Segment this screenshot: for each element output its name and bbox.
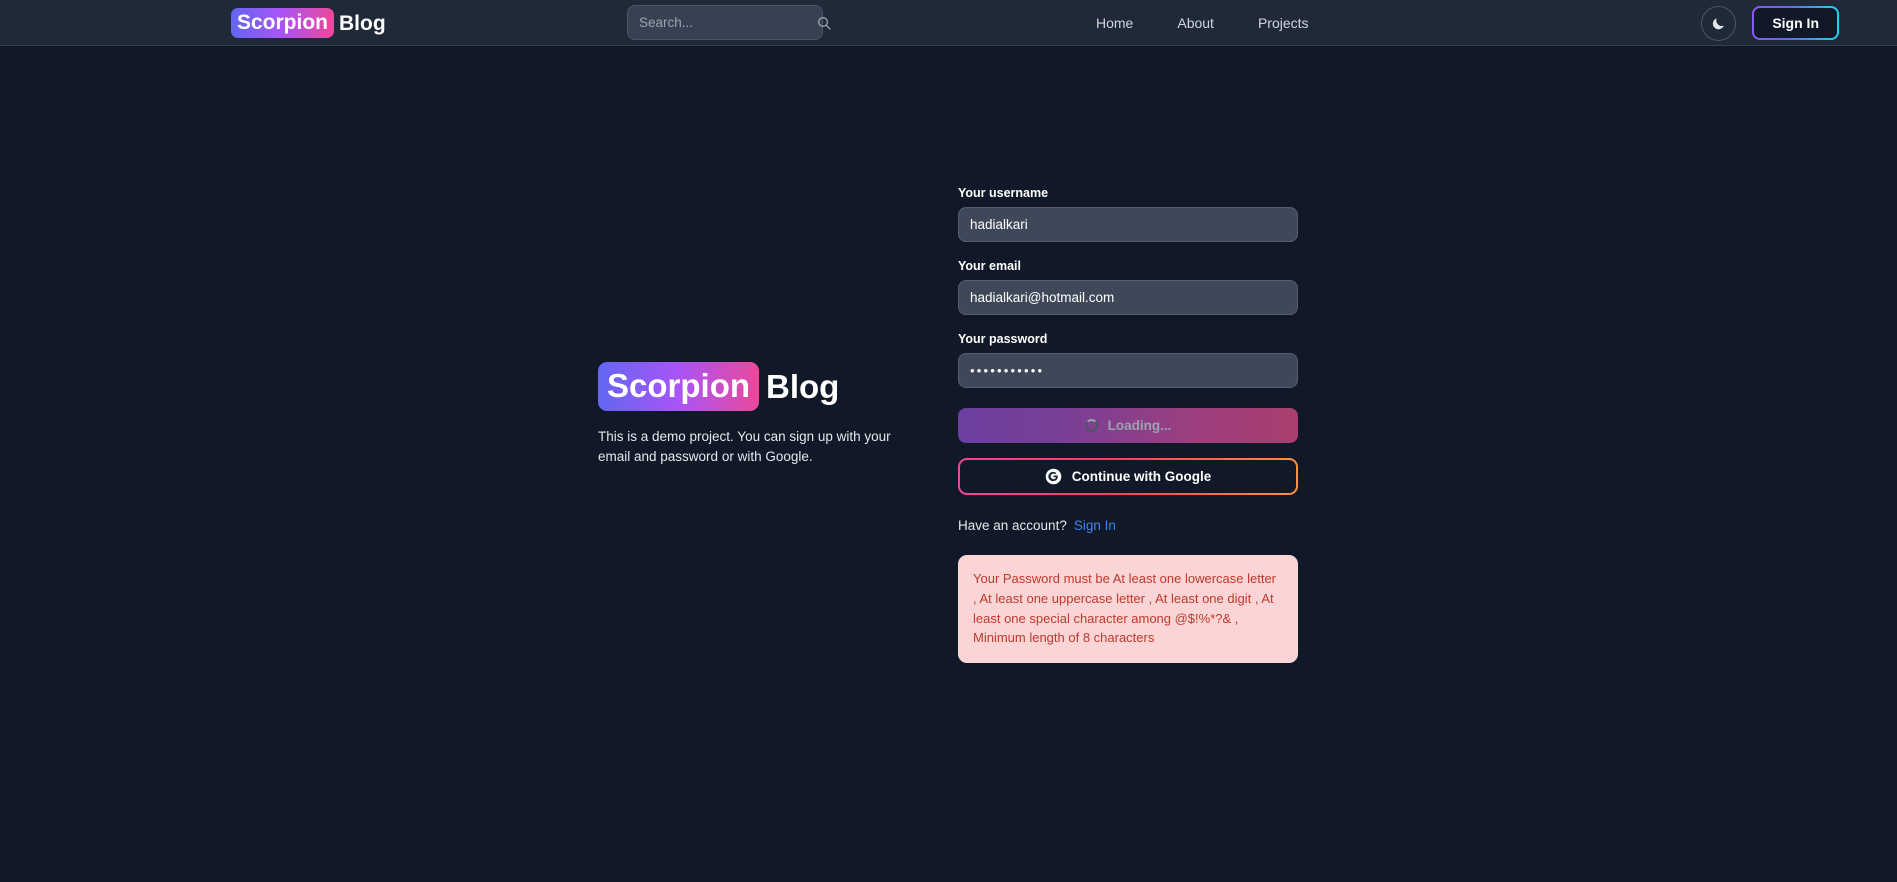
search-icon[interactable] (816, 15, 832, 31)
continue-with-google-button[interactable]: Continue with Google (958, 458, 1298, 495)
nav-link-home[interactable]: Home (1096, 15, 1133, 31)
have-account-row: Have an account? Sign In (958, 518, 1298, 533)
username-label: Your username (958, 186, 1049, 200)
password-field-block: Your password (958, 332, 1298, 388)
nav-links: Home About Projects (1096, 0, 1309, 46)
hero-title-highlight: Scorpion (598, 362, 760, 411)
brand-logo-highlight: Scorpion (231, 8, 335, 38)
search-box[interactable] (627, 5, 831, 40)
hero-description: This is a demo project. You can sign up … (598, 429, 891, 464)
nav-link-projects[interactable]: Projects (1258, 15, 1309, 31)
theme-toggle-button[interactable] (1701, 5, 1737, 41)
username-field-block: Your username (958, 186, 1298, 242)
password-input[interactable] (958, 353, 1298, 388)
navbar-sign-in-button[interactable]: Sign In (1752, 6, 1839, 40)
google-button-inner: Continue with Google (960, 460, 1296, 493)
hero-section: Scorpion Blog This is a demo project. Yo… (598, 362, 928, 466)
email-label: Your email (958, 259, 1021, 273)
password-label: Your password (958, 332, 1048, 346)
moon-icon (1713, 17, 1725, 29)
submit-button-label: Loading... (1107, 418, 1172, 433)
have-account-text: Have an account? (958, 518, 1067, 533)
google-button-label: Continue with Google (1071, 469, 1212, 484)
navbar: Scorpion Blog Home About Projects Sign I… (0, 0, 1897, 46)
google-icon (1045, 468, 1062, 485)
main-content: Scorpion Blog This is a demo project. Yo… (0, 46, 1897, 882)
spinner-icon (1084, 419, 1098, 432)
email-input[interactable] (958, 280, 1298, 315)
email-field-block: Your email (958, 259, 1298, 315)
have-account-sign-in-link[interactable]: Sign In (1074, 518, 1116, 533)
nav-link-about[interactable]: About (1177, 15, 1214, 31)
navbar-right-cluster: Sign In (1701, 0, 1839, 46)
brand-logo-rest: Blog (339, 11, 386, 35)
search-input[interactable] (639, 15, 816, 30)
hero-title: Scorpion Blog (598, 362, 928, 411)
signup-form: Your username Your email Your password L… (958, 186, 1298, 663)
password-validation-alert: Your Password must be At least one lower… (958, 555, 1298, 663)
brand-logo[interactable]: Scorpion Blog (231, 8, 386, 38)
username-input[interactable] (958, 207, 1298, 242)
navbar-sign-in-label: Sign In (1754, 8, 1837, 38)
submit-button[interactable]: Loading... (958, 408, 1298, 443)
hero-title-rest: Blog (766, 368, 840, 405)
